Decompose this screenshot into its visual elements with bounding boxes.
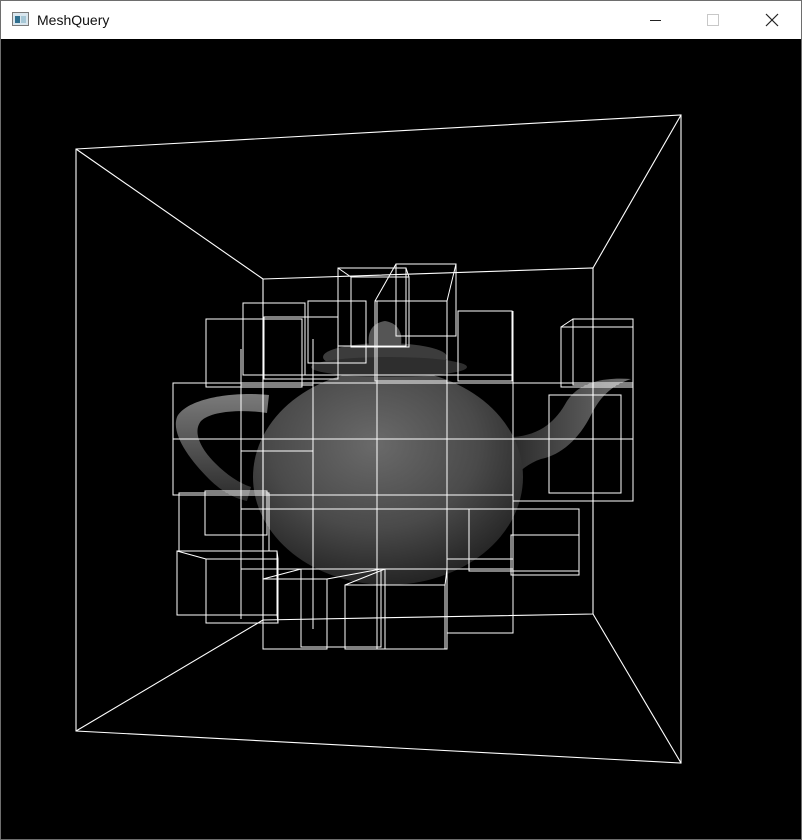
window-title: MeshQuery: [37, 12, 110, 28]
minimize-icon: [650, 20, 661, 21]
scene-canvas: [75, 114, 682, 764]
render-viewport[interactable]: [1, 39, 801, 839]
application-window-icon[interactable]: [12, 12, 29, 26]
teapot-mesh: [175, 321, 631, 585]
close-button[interactable]: [743, 1, 801, 39]
teapot-spout: [513, 378, 631, 479]
close-icon: [765, 13, 779, 27]
icon-pane-left: [15, 16, 20, 23]
title-bar[interactable]: MeshQuery: [1, 1, 801, 39]
app-window: MeshQuery: [0, 0, 802, 840]
maximize-icon: [707, 14, 719, 26]
teapot-rim: [311, 357, 467, 377]
teapot-body: [253, 369, 523, 585]
icon-pane-right: [21, 16, 26, 23]
maximize-button[interactable]: [685, 1, 743, 39]
minimize-button[interactable]: [627, 1, 685, 39]
